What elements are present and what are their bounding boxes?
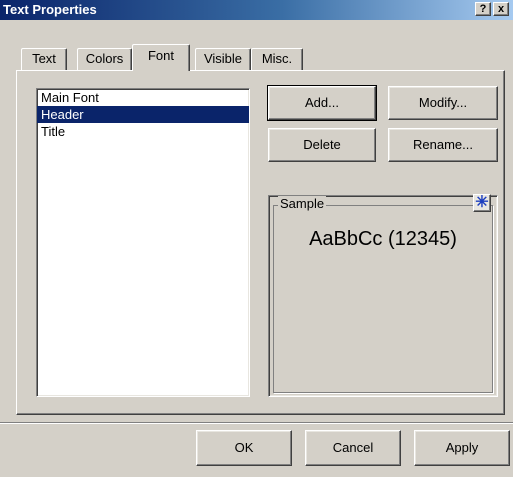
sample-text: AaBbCc (12345) (309, 228, 457, 250)
star-icon[interactable]: ✳ (473, 194, 491, 212)
add-button[interactable]: Add... (267, 85, 377, 121)
title-bar: Text Properties ? x (0, 0, 513, 20)
window-title: Text Properties (3, 2, 97, 17)
list-item-title[interactable]: Title (37, 123, 249, 140)
apply-button[interactable]: Apply (414, 430, 510, 466)
close-button[interactable]: x (493, 2, 509, 16)
tab-text[interactable]: Text (21, 48, 67, 70)
footer-separator (0, 422, 513, 424)
title-buttons: ? x (475, 2, 509, 16)
tab-misc[interactable]: Misc. (251, 48, 303, 70)
list-item-header[interactable]: Header (37, 106, 249, 123)
tab-font[interactable]: Font (132, 44, 190, 71)
help-button[interactable]: ? (475, 2, 491, 16)
tab-visible[interactable]: Visible (195, 48, 251, 70)
ok-button[interactable]: OK (196, 430, 292, 466)
delete-button[interactable]: Delete (268, 128, 376, 162)
modify-button[interactable]: Modify... (388, 86, 498, 120)
sample-label: Sample (278, 196, 327, 211)
tab-colors[interactable]: Colors (77, 48, 132, 70)
list-item-main-font[interactable]: Main Font (37, 89, 249, 106)
font-list[interactable]: Main Font Header Title (36, 88, 250, 397)
cancel-button[interactable]: Cancel (305, 430, 401, 466)
rename-button[interactable]: Rename... (388, 128, 498, 162)
